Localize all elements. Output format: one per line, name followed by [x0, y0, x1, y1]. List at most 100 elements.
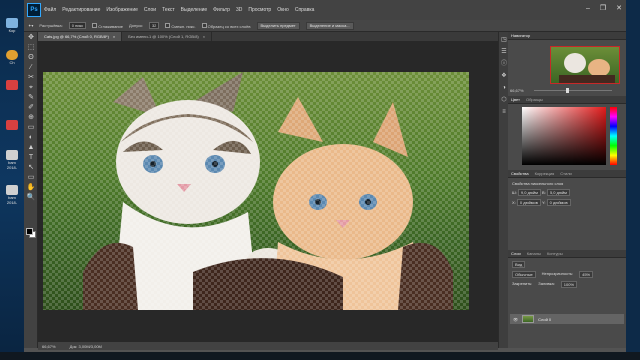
hand-tool-icon[interactable]: ✋: [26, 184, 36, 192]
menu-filter[interactable]: Фильтр: [210, 7, 233, 13]
menu-file[interactable]: Файл: [41, 7, 59, 13]
color-header: Цвет Образцы: [508, 96, 626, 104]
desktop-icon-chrome[interactable]: Ch: [2, 50, 22, 65]
navigator-zoom[interactable]: 66,67%: [510, 88, 524, 93]
opacity-field[interactable]: 45%: [579, 271, 594, 278]
shapes-icon[interactable]: ⬡: [500, 96, 508, 104]
all-layers-label: Образец со всех слоёв: [207, 23, 251, 29]
menu-window[interactable]: Окно: [274, 7, 292, 13]
layer-row[interactable]: 👁 Слой 0: [510, 314, 624, 324]
tab-color[interactable]: Цвет: [511, 97, 520, 102]
tab-untitled[interactable]: Без имени-1 @ 100% (Слой 1, RGB/8) ×: [122, 32, 213, 41]
tab-swatches[interactable]: Образцы: [526, 97, 543, 102]
contiguous-option[interactable]: Смежн. пикс.: [165, 22, 196, 29]
window-controls: – ❐ ✕: [586, 5, 622, 13]
select-subject-button[interactable]: Выделить предмет: [256, 21, 300, 30]
tab-properties[interactable]: Свойства: [511, 171, 529, 176]
tab-label: Без имени-1 @ 100% (Слой 1, RGB/8): [128, 34, 199, 39]
tolerance-field[interactable]: 32: [148, 22, 160, 29]
brushes-icon[interactable]: ❖: [500, 72, 508, 80]
tab-adjustments[interactable]: Коррекция: [535, 171, 555, 176]
height-field[interactable]: 5,0 дюйм: [546, 189, 570, 196]
blend-mode-select[interactable]: Обычные: [512, 271, 536, 278]
healing-brush-icon[interactable]: ✎: [26, 94, 36, 102]
menu-bar: Ps Файл Редактирование Изображение Слои …: [24, 0, 626, 20]
navigator-zoom-slider[interactable]: [534, 90, 612, 91]
checkbox-icon: [92, 22, 98, 28]
menu-layers[interactable]: Слои: [141, 7, 159, 13]
tab-cats[interactable]: Cats.jpg @ 66,7% (Слой 0, RGB/8*) ×: [38, 32, 123, 41]
menu-help[interactable]: Справка: [292, 7, 318, 13]
brush-tool-icon[interactable]: ✐: [26, 104, 36, 112]
lasso-tool-icon[interactable]: ʘ: [26, 54, 36, 62]
tab-paths[interactable]: Контуры: [547, 251, 563, 256]
tab-layers[interactable]: Слои: [511, 251, 521, 256]
info-icon[interactable]: ⓘ: [500, 60, 508, 68]
y-field[interactable]: 0 дюймов: [546, 199, 571, 206]
rectangle-tool-icon[interactable]: ▭: [26, 174, 36, 182]
canvas-area[interactable]: [38, 41, 498, 342]
hue-slider[interactable]: [610, 107, 617, 165]
actions-icon[interactable]: ☰: [500, 48, 508, 56]
minimize-icon[interactable]: –: [586, 5, 590, 13]
menu-view[interactable]: Просмотр: [245, 7, 274, 13]
path-selection-icon[interactable]: ↖: [26, 164, 36, 172]
document-image[interactable]: [43, 72, 469, 310]
color-picker-field[interactable]: [522, 107, 606, 165]
tab-styles[interactable]: Стили: [560, 171, 572, 176]
menu-select[interactable]: Выделение: [178, 7, 211, 13]
type-tool-icon[interactable]: T: [26, 154, 36, 162]
all-layers-option[interactable]: Образец со всех слоёв: [201, 22, 251, 29]
zoom-level[interactable]: 66,67%: [42, 344, 56, 349]
width-field[interactable]: 9,0 дюйм: [517, 189, 541, 196]
fill-field[interactable]: 100%: [560, 281, 578, 288]
magic-wand-tool-icon[interactable]: ✦▾: [28, 23, 33, 28]
maximize-icon[interactable]: ❐: [600, 5, 606, 13]
eye-icon[interactable]: 👁: [513, 317, 518, 322]
desktop-icon-recycle[interactable]: Кор: [2, 18, 22, 33]
crop-tool-icon[interactable]: ✂: [26, 74, 36, 82]
navigator-thumbnail[interactable]: [550, 46, 620, 84]
right-panels: Навигатор 66,67% Цвет Образцы Свойства К…: [508, 32, 626, 348]
zoom-tool-icon[interactable]: 🔍: [26, 194, 36, 202]
checkbox-icon: [201, 22, 207, 28]
smoothing-option[interactable]: Сглаживание: [92, 22, 123, 29]
select-and-mask-button[interactable]: Выделение и маска...: [305, 21, 354, 30]
desktop-icon-label: Кор: [8, 28, 16, 33]
layer-kind-select[interactable]: Вид: [512, 261, 526, 268]
navigator-slider-handle[interactable]: [566, 88, 569, 93]
move-tool-icon[interactable]: ✥: [26, 34, 36, 42]
desktop-icon-app-1[interactable]: [2, 80, 22, 90]
app-icon: [6, 80, 18, 90]
magic-wand-icon[interactable]: ⁄: [26, 64, 36, 72]
eraser-tool-icon[interactable]: ▭: [26, 124, 36, 132]
menu-type[interactable]: Текст: [159, 7, 178, 13]
menu-image[interactable]: Изображение: [103, 7, 141, 13]
close-icon[interactable]: ×: [203, 34, 205, 39]
layers-header: Слои Каналы Контуры: [508, 250, 626, 258]
desktop-icon-file-1[interactable]: bam 2018-: [2, 150, 22, 170]
paragraph-icon[interactable]: ≡: [500, 108, 508, 116]
marquee-tool-icon[interactable]: ⬚: [26, 44, 36, 52]
eyedropper-tool-icon[interactable]: ⌖: [26, 84, 36, 92]
close-icon[interactable]: ×: [113, 34, 115, 39]
tab-navigator[interactable]: Навигатор: [511, 33, 530, 38]
opacity-label: Непрозрачность:: [541, 271, 574, 276]
feather-field[interactable]: 0 пикс: [68, 22, 87, 29]
desktop-icon-file-2[interactable]: bam 2018-: [2, 185, 22, 205]
menu-edit[interactable]: Редактирование: [59, 7, 103, 13]
close-icon[interactable]: ✕: [616, 5, 622, 13]
clone-stamp-icon[interactable]: ⊕: [26, 114, 36, 122]
foreground-color-swatch[interactable]: [26, 228, 33, 235]
history-icon[interactable]: ◳: [500, 36, 508, 44]
gradient-tool-icon[interactable]: ◐: [26, 134, 36, 142]
contiguous-label: Смежн. пикс.: [171, 23, 196, 29]
layer-name[interactable]: Слой 0: [538, 317, 551, 322]
menu-3d[interactable]: 3D: [233, 7, 245, 13]
desktop-icon-app-2[interactable]: [2, 120, 22, 130]
navigator-header: Навигатор: [508, 32, 626, 40]
tab-channels[interactable]: Каналы: [527, 251, 541, 256]
adjustments-icon[interactable]: ◑: [500, 84, 508, 92]
dodge-tool-icon[interactable]: ▲: [26, 144, 36, 152]
x-field[interactable]: 0 дюймов: [516, 199, 541, 206]
